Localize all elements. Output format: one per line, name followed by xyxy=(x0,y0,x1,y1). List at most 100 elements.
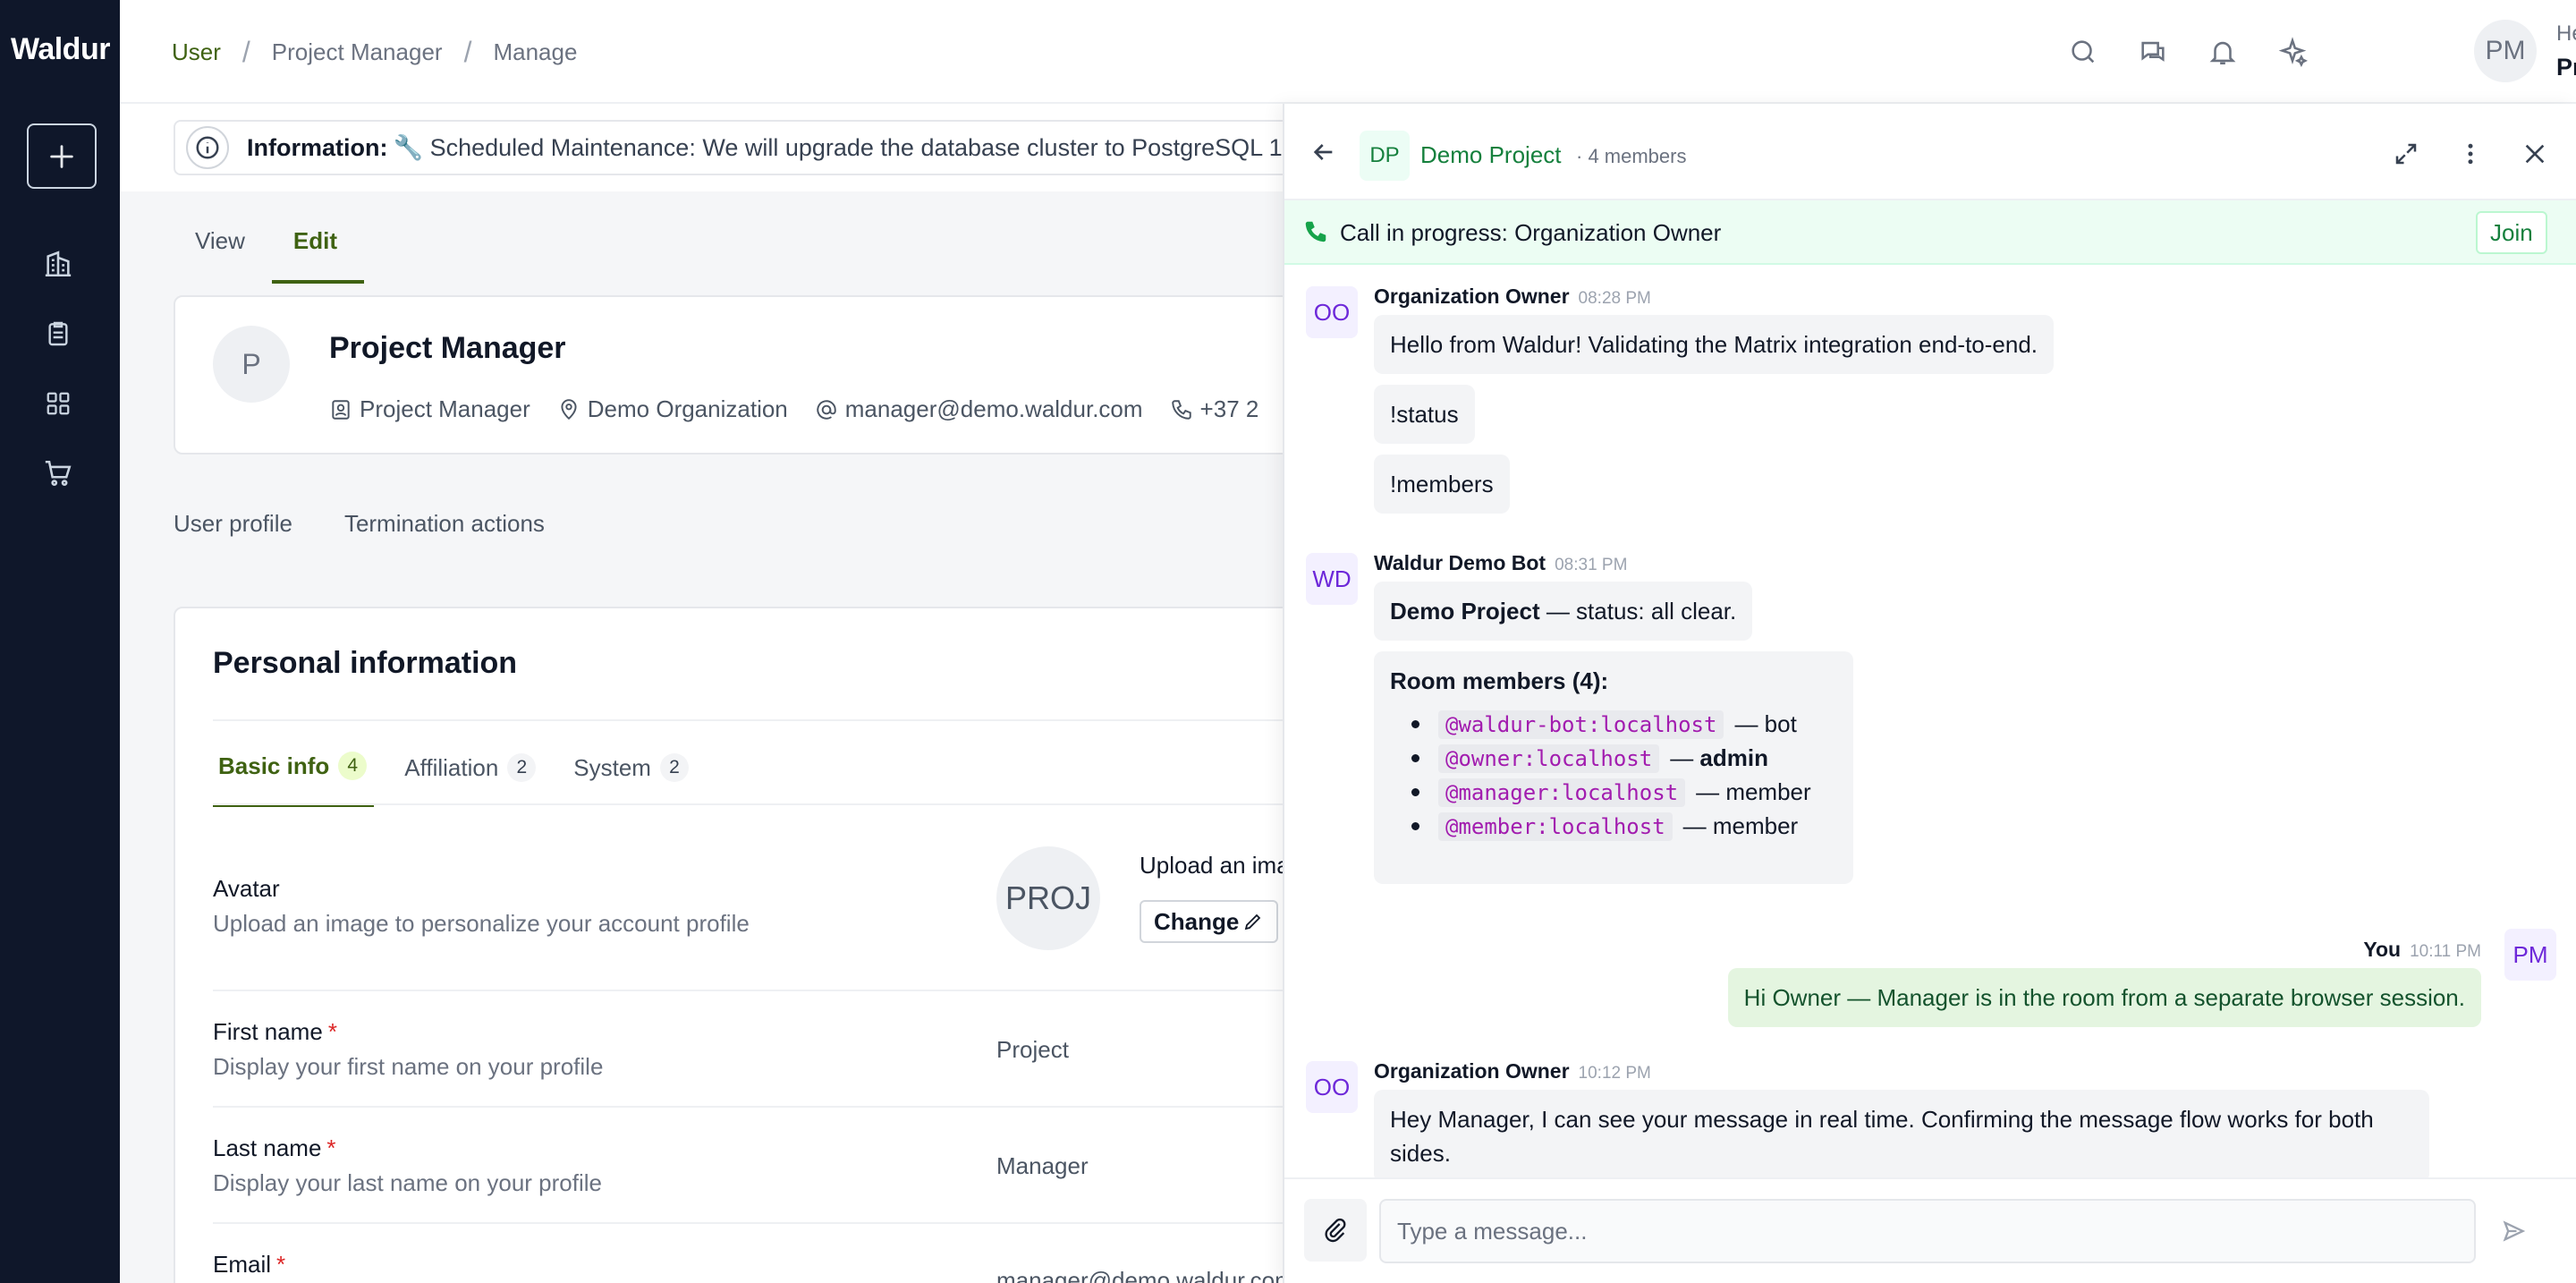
send-button[interactable] xyxy=(2494,1211,2533,1251)
sidebar-item-marketplace[interactable] xyxy=(39,455,77,492)
call-status-text: Call in progress: Organization Owner xyxy=(1340,219,1722,246)
tab-view[interactable]: View xyxy=(174,224,272,284)
divider xyxy=(213,803,1335,805)
profile-role: Project Manager xyxy=(329,395,530,423)
chat-icon xyxy=(2141,41,2165,62)
members-title: Room members (4): xyxy=(1390,667,1609,694)
message-list[interactable]: OO Organization Owner 08:28 PM Hello from… xyxy=(1284,265,2576,1177)
more-options-button[interactable] xyxy=(2453,136,2488,172)
info-label: Information: xyxy=(247,133,388,161)
sender-avatar: OO xyxy=(1306,286,1358,338)
breadcrumb-current: Manage xyxy=(493,38,578,65)
profile-role-text: Project Manager xyxy=(360,395,530,422)
app-logo[interactable]: Waldur xyxy=(11,32,110,67)
user-greeting[interactable]: Hello Project xyxy=(2556,21,2576,81)
message-bubble: !members xyxy=(1374,455,1510,514)
breadcrumb-user-name[interactable]: Project Manager xyxy=(272,38,443,66)
member-id: @member:localhost xyxy=(1438,812,1673,841)
required-marker: * xyxy=(327,1018,337,1045)
message-header: Organization Owner 10:12 PM xyxy=(1374,1059,1651,1083)
profile-email: manager@demo.waldur.com xyxy=(815,395,1143,423)
info-text: 🔧 Scheduled Maintenance: We will upgrade… xyxy=(393,134,1325,161)
phone-icon xyxy=(1171,399,1191,420)
sidebar-item-projects[interactable] xyxy=(39,315,77,353)
sparkle-icon xyxy=(2278,37,2308,67)
field-label: First name * xyxy=(213,1018,1335,1046)
last-name-value[interactable]: Manager xyxy=(996,1152,1089,1180)
grid-icon xyxy=(47,392,70,415)
ai-assistant-button[interactable] xyxy=(2274,33,2311,71)
notifications-button[interactable] xyxy=(2204,33,2241,71)
section-tabs: User profile Termination actions xyxy=(174,510,597,538)
field-label: Last name * xyxy=(213,1134,1335,1162)
member-role: admin xyxy=(1699,744,1768,771)
message-bubble: Hey Manager, I can see your message in r… xyxy=(1374,1090,2429,1177)
join-call-button[interactable]: Join xyxy=(2476,211,2547,254)
info-icon xyxy=(186,126,229,169)
search-icon xyxy=(2072,40,2095,64)
divider xyxy=(213,719,1335,721)
tab-affiliation[interactable]: Affiliation 2 xyxy=(399,752,543,807)
search-button[interactable] xyxy=(2064,33,2102,71)
profile-avatar: P xyxy=(213,326,290,403)
tab-label: System xyxy=(573,753,651,781)
message-bubble: Hello from Waldur! Validating the Matrix… xyxy=(1374,315,2055,374)
tab-user-profile[interactable]: User profile xyxy=(174,510,292,538)
at-sign-icon xyxy=(817,399,836,420)
breadcrumb-user[interactable]: User xyxy=(172,38,221,66)
pencil-icon xyxy=(1245,913,1261,930)
first-name-value[interactable]: Project xyxy=(996,1036,1069,1064)
phone-icon xyxy=(1305,221,1326,242)
message-input[interactable] xyxy=(1379,1199,2476,1263)
sidebar: Waldur xyxy=(0,0,120,1283)
message-bubble-outgoing: Hi Owner — Manager is in the room from a… xyxy=(1727,968,2481,1027)
top-bar: User / Project Manager / Manage PM Hello… xyxy=(120,0,2576,104)
close-button[interactable] xyxy=(2517,136,2553,172)
profile-card: P Project Manager Project Manager Demo O… xyxy=(174,295,1336,455)
sidebar-item-dashboard[interactable] xyxy=(39,385,77,422)
profile-email-text: manager@demo.waldur.com xyxy=(844,395,1143,422)
change-avatar-button[interactable]: Change xyxy=(1140,900,1279,943)
member-id: @owner:localhost xyxy=(1438,744,1660,773)
required-marker: * xyxy=(326,1134,336,1161)
avatar-preview: PROJ xyxy=(996,846,1100,950)
member-role: — bot xyxy=(1734,710,1797,737)
paperclip-icon xyxy=(1325,1218,1346,1243)
sender-avatar: OO xyxy=(1306,1061,1358,1113)
greeting-text: Hello xyxy=(2556,21,2576,46)
message-bubble: !status xyxy=(1374,385,1475,444)
member-role: — member xyxy=(1696,778,1811,805)
user-avatar[interactable]: PM xyxy=(2474,20,2537,82)
add-button[interactable] xyxy=(27,123,97,189)
message-header: Waldur Demo Bot 08:31 PM xyxy=(1374,551,1627,575)
expand-button[interactable] xyxy=(2388,136,2424,172)
expand-icon xyxy=(2395,143,2417,165)
member-item: @manager:localhost — member xyxy=(1390,775,1837,809)
tab-basic-info[interactable]: Basic info 4 xyxy=(213,752,375,807)
label-text: Last name xyxy=(213,1134,322,1161)
chat-panel: DP Demo Project · 4 members Call in prog… xyxy=(1283,104,2576,1283)
close-icon xyxy=(2525,144,2545,164)
tab-edit[interactable]: Edit xyxy=(271,224,364,284)
last-name-field: Last name * Display your last name on you… xyxy=(213,1134,1335,1197)
first-name-field: First name * Display your first name on y… xyxy=(213,1018,1335,1081)
section-title: Personal information xyxy=(213,646,518,680)
send-icon xyxy=(2503,1220,2526,1242)
chat-header: DP Demo Project · 4 members xyxy=(1284,104,2576,200)
member-item: @waldur-bot:localhost — bot xyxy=(1390,707,1837,741)
profile-phone: +37 2 xyxy=(1170,395,1258,423)
room-name: Demo Project xyxy=(1420,141,1562,168)
tab-termination-actions[interactable]: Termination actions xyxy=(344,510,545,538)
message-header: You 10:11 PM xyxy=(2363,938,2481,962)
email-value[interactable]: manager@demo.waldur.com xyxy=(996,1267,1294,1283)
chat-button[interactable] xyxy=(2134,33,2172,71)
tab-system[interactable]: System 2 xyxy=(568,752,696,807)
sender-name: Waldur Demo Bot xyxy=(1374,551,1546,574)
back-button[interactable] xyxy=(1306,134,1342,170)
clipboard-icon xyxy=(48,321,68,346)
plus-icon xyxy=(50,144,73,168)
sidebar-item-organizations[interactable] xyxy=(39,245,77,283)
message-time: 08:31 PM xyxy=(1555,556,1628,574)
member-role-prefix: — xyxy=(1670,744,1700,771)
attach-button[interactable] xyxy=(1304,1199,1367,1262)
